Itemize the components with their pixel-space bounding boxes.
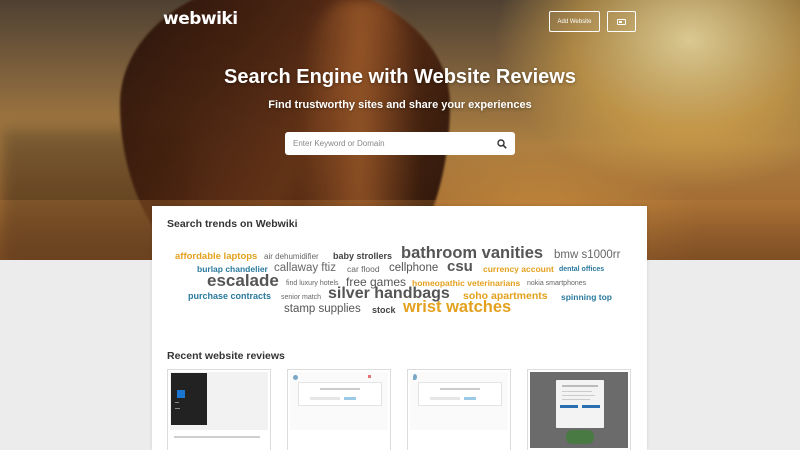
recent-reviews-heading: Recent website reviews xyxy=(167,350,285,362)
trend-term[interactable]: currency account xyxy=(483,265,554,274)
review-thumbnail[interactable] xyxy=(167,369,271,450)
trend-term[interactable]: cellphone xyxy=(389,262,438,275)
monitor-icon xyxy=(617,18,626,25)
search-input[interactable] xyxy=(285,132,489,155)
page-title: Search Engine with Website Reviews xyxy=(224,66,576,88)
trend-term[interactable]: dental offices xyxy=(559,266,604,273)
thumbnail-caption xyxy=(174,436,260,438)
trend-term[interactable]: csu xyxy=(447,259,473,274)
trend-term[interactable]: nokia smartphones xyxy=(527,280,586,287)
add-website-button[interactable]: Add Website xyxy=(549,11,600,32)
review-thumbnail[interactable] xyxy=(287,369,391,450)
trend-term[interactable]: purchase contracts xyxy=(188,292,271,301)
site-screenshot xyxy=(530,372,628,448)
search-button[interactable] xyxy=(489,132,515,155)
review-thumbnail[interactable] xyxy=(407,369,511,450)
trend-term[interactable]: stamp supplies xyxy=(284,303,361,316)
trend-term[interactable]: callaway ftiz xyxy=(274,262,336,275)
trend-term[interactable]: spinning top xyxy=(561,293,612,302)
site-screenshot xyxy=(290,372,388,430)
trend-term[interactable]: wrist watches xyxy=(403,299,511,316)
webwiki-logo[interactable]: webwiki xyxy=(163,9,238,29)
trend-term[interactable]: baby strollers xyxy=(333,252,392,261)
menu-button[interactable] xyxy=(607,11,636,32)
search-trends-cloud: affordable laptops air dehumidifier baby… xyxy=(152,206,647,336)
trend-term[interactable]: senior match xyxy=(281,294,321,301)
search-bar xyxy=(285,132,515,155)
trend-term[interactable]: bmw s1000rr xyxy=(554,249,620,262)
search-icon xyxy=(497,138,507,149)
site-screenshot xyxy=(410,372,508,430)
content-card: Search trends on Webwiki affordable lapt… xyxy=(152,206,647,450)
trend-term[interactable]: stock xyxy=(372,306,396,315)
trend-term[interactable]: escalade xyxy=(207,272,279,289)
trend-term[interactable]: affordable laptops xyxy=(175,252,257,262)
trend-term[interactable]: car flood xyxy=(347,265,380,274)
page-subtitle: Find trustworthy sites and share your ex… xyxy=(268,99,532,111)
trend-term[interactable]: air dehumidifier xyxy=(264,253,319,261)
site-screenshot xyxy=(170,372,268,430)
review-thumbnail[interactable] xyxy=(527,369,631,450)
